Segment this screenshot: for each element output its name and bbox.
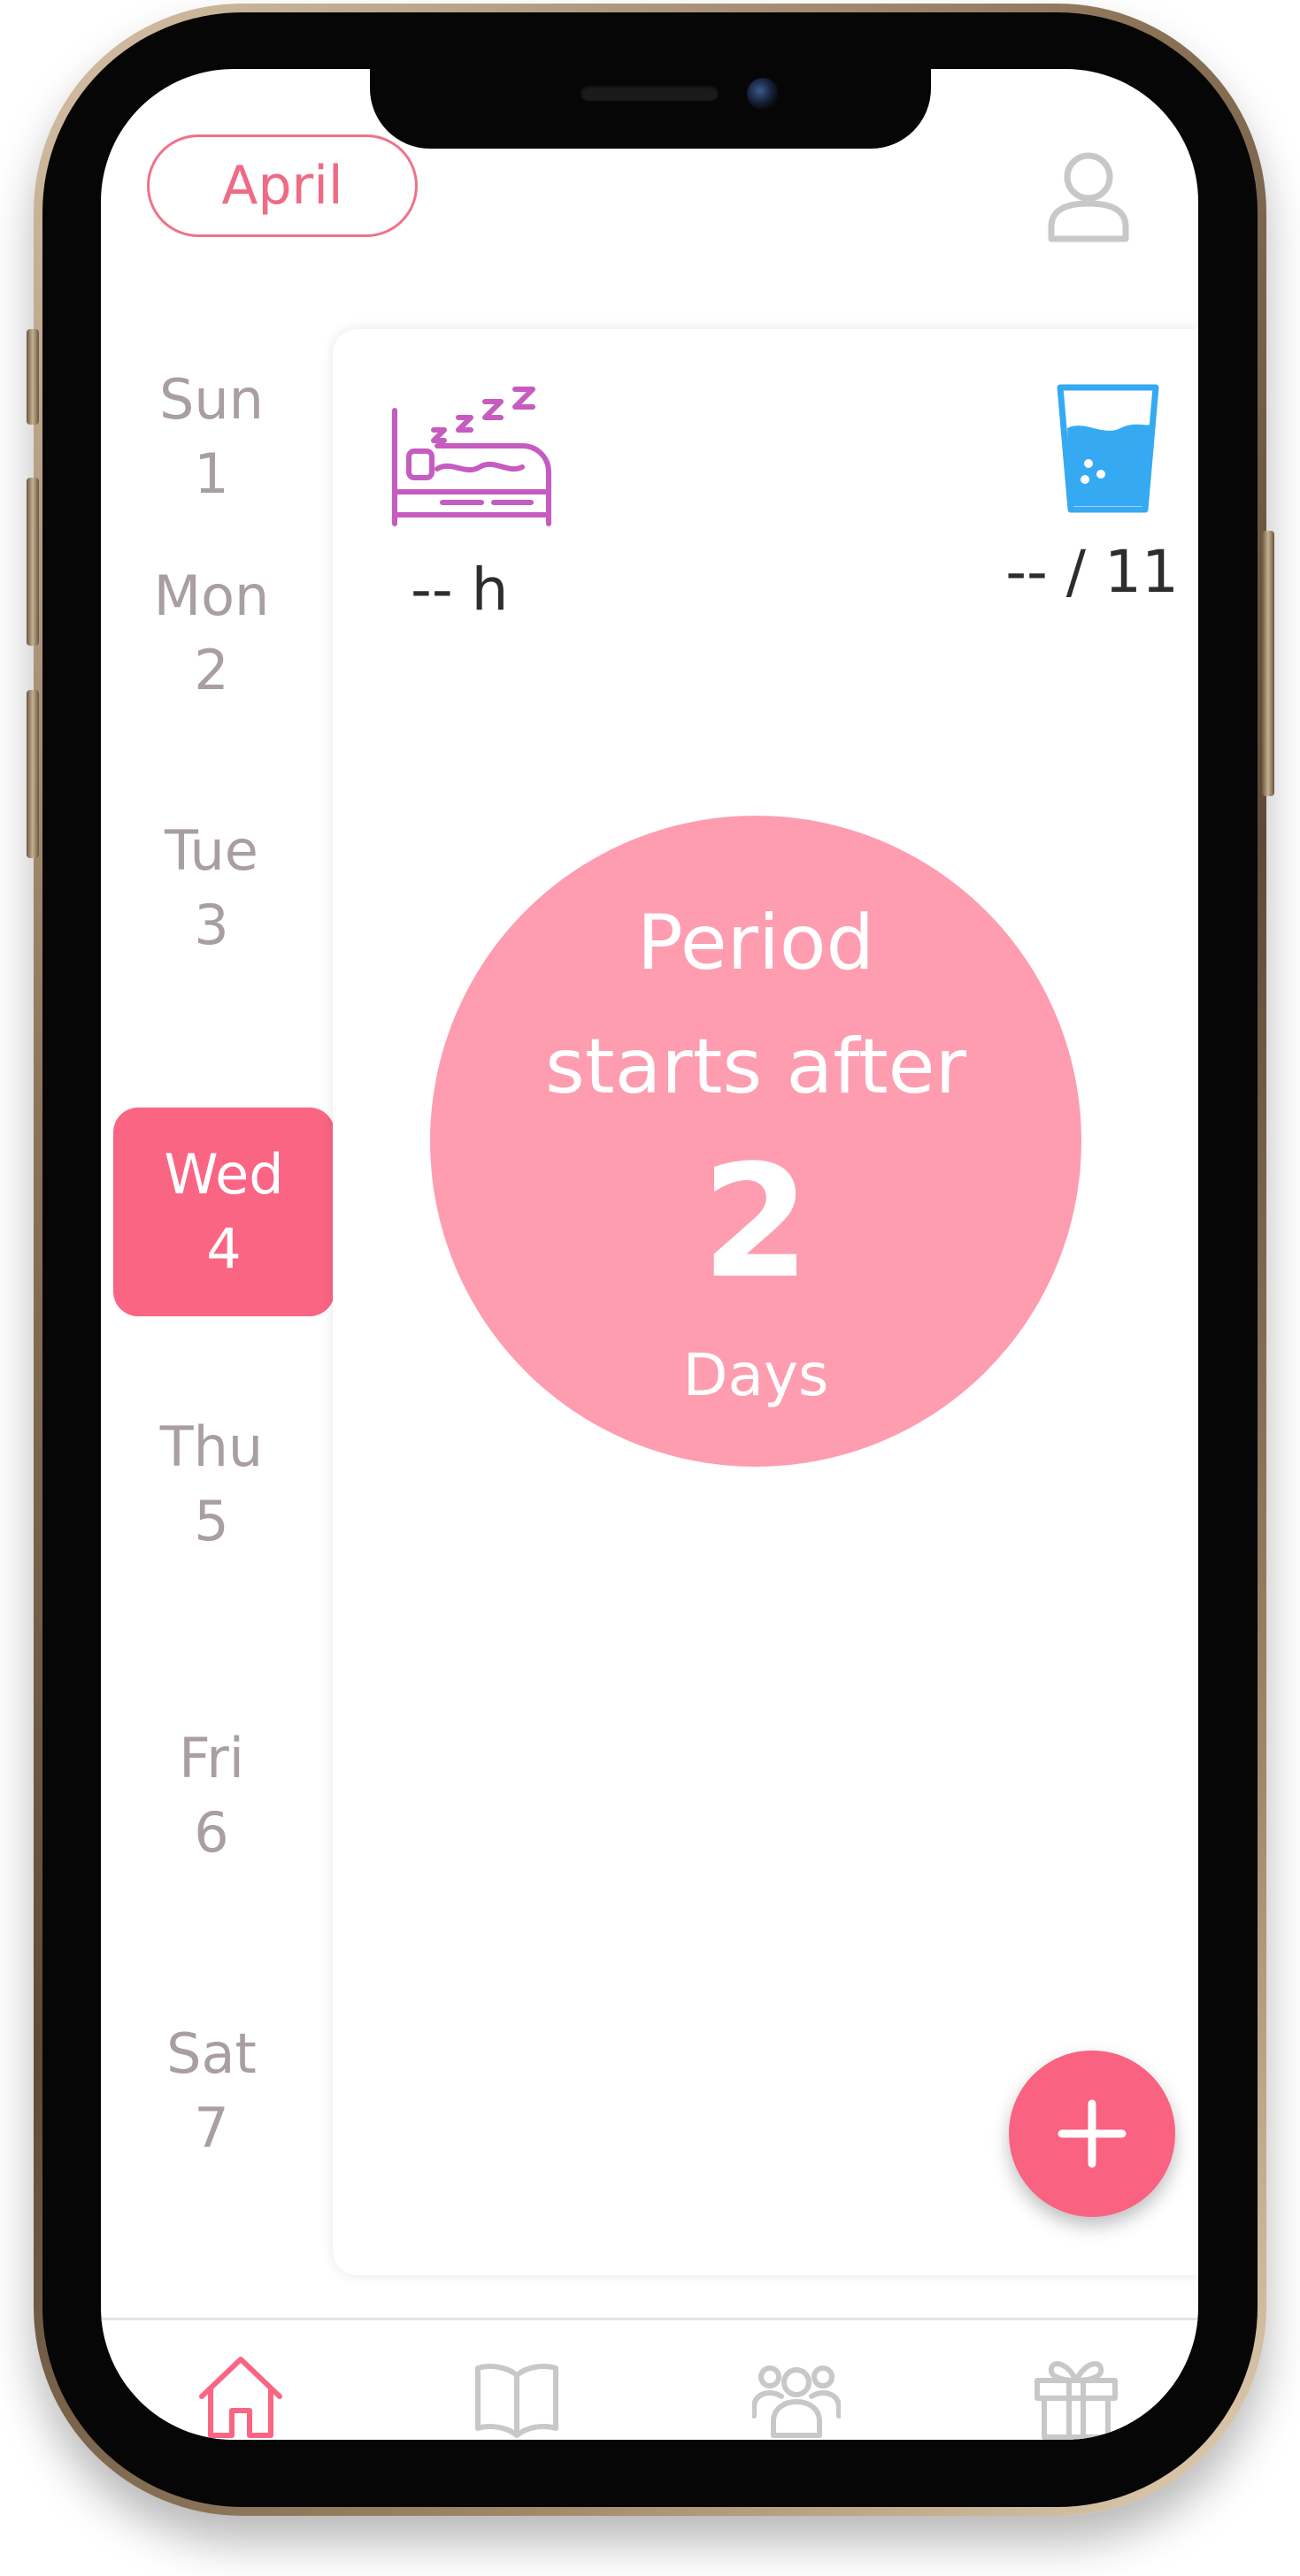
day-item-wed-selected[interactable]: Wed 4 <box>113 1108 335 1316</box>
sleep-hours-value: -- h <box>411 556 509 624</box>
period-countdown-circle[interactable]: Period starts after 2 Days <box>430 816 1081 1467</box>
week-day-list: Sun 1 Mon 2 Tue 3 Wed 4 Thu 5 Fri 6 Sat … <box>101 326 335 2281</box>
home-icon[interactable] <box>196 2352 285 2440</box>
day-name: Fri <box>179 1726 244 1790</box>
day-item-tue[interactable]: Tue 3 <box>101 814 322 962</box>
day-number: 5 <box>194 1489 229 1553</box>
period-subtitle: starts after <box>545 1023 966 1111</box>
day-number: 6 <box>194 1800 229 1865</box>
period-days-count: 2 <box>701 1131 811 1313</box>
user-icon[interactable] <box>1046 149 1131 242</box>
day-summary-card: -- h -- / 11 Period starts after 2 Days <box>333 329 1198 2275</box>
volume-up-button <box>27 478 39 646</box>
bed-sleep-icon[interactable] <box>389 384 554 527</box>
day-name: Thu <box>159 1414 264 1479</box>
ringer-switch <box>27 329 39 425</box>
gift-icon[interactable] <box>1032 2352 1120 2440</box>
day-name: Sun <box>159 367 264 432</box>
day-name: Tue <box>165 818 258 883</box>
water-glass-icon[interactable] <box>1053 382 1163 515</box>
earpiece-speaker <box>581 85 719 101</box>
water-intake-value: -- / 11 <box>1005 538 1179 606</box>
day-number: 2 <box>194 638 229 702</box>
day-number: 7 <box>194 2096 229 2160</box>
group-icon[interactable] <box>752 2352 841 2440</box>
month-selector-button[interactable]: April <box>147 134 418 237</box>
day-item-thu[interactable]: Thu 5 <box>101 1410 322 1559</box>
day-number: 4 <box>206 1216 242 1281</box>
day-item-mon[interactable]: Mon 2 <box>101 559 322 708</box>
day-name: Mon <box>153 564 270 628</box>
period-title: Period <box>636 899 875 987</box>
bottom-navigation <box>101 2318 1198 2440</box>
volume-down-button <box>27 690 39 858</box>
front-camera <box>747 78 779 110</box>
day-number: 3 <box>194 893 229 957</box>
power-button <box>1262 531 1274 796</box>
day-item-sat[interactable]: Sat 7 <box>101 2017 322 2166</box>
day-number: 1 <box>194 441 229 506</box>
day-name: Wed <box>164 1142 284 1207</box>
day-item-sun[interactable]: Sun 1 <box>101 363 322 511</box>
period-days-unit: Days <box>682 1341 829 1409</box>
day-name: Sat <box>166 2021 257 2086</box>
book-icon[interactable] <box>473 2352 561 2440</box>
add-entry-button[interactable] <box>1009 2051 1175 2217</box>
plus-icon <box>1058 2099 1127 2168</box>
day-item-fri[interactable]: Fri 6 <box>101 1721 322 1870</box>
app-screen: April Sun 1 Mon 2 Tue 3 Wed 4 Thu 5 Fri … <box>101 69 1198 2440</box>
phone-notch <box>370 55 931 149</box>
